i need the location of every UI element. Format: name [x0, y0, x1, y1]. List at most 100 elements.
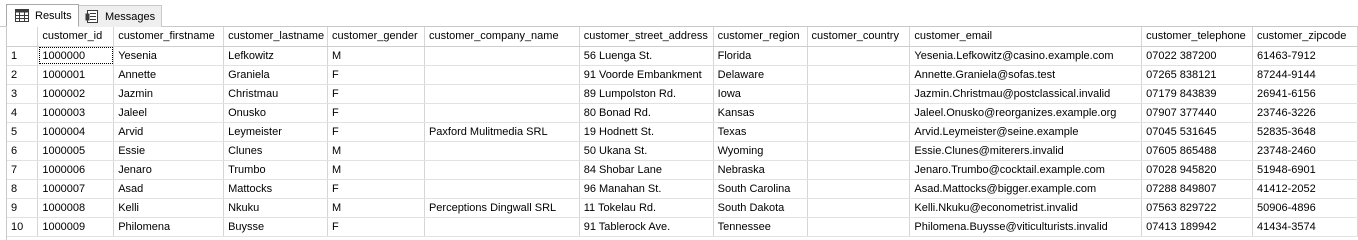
grid-cell[interactable]: M — [327, 46, 425, 66]
table-row[interactable]: 10 1000009 Philomena Buysse F 91 Tablerock Av… — [7, 217, 1358, 237]
grid-cell[interactable]: Yesenia.Lefkowitz@casino.example.com — [909, 46, 1143, 66]
column-header[interactable]: customer_company_name — [424, 27, 580, 47]
grid-cell[interactable] — [807, 141, 911, 161]
grid-cell[interactable]: South Dakota — [713, 198, 808, 218]
grid-cell[interactable]: 1000009 — [37, 217, 115, 237]
column-header[interactable]: customer_email — [909, 27, 1143, 47]
grid-cell[interactable]: 41434-3574 — [1252, 217, 1358, 237]
grid-cell[interactable] — [807, 122, 911, 142]
grid-cell[interactable]: 07022 387200 — [1141, 46, 1254, 66]
grid-cell[interactable] — [807, 84, 911, 104]
column-header[interactable]: customer_telephone — [1141, 27, 1254, 47]
grid-cell[interactable] — [807, 179, 911, 199]
grid-cell[interactable] — [807, 46, 911, 66]
grid-cell[interactable]: F — [327, 179, 425, 199]
grid-cell[interactable]: 1000002 — [37, 84, 115, 104]
table-row[interactable]: 7 1000006 Jenaro Trumbo M 84 Shobar Lane Nebra… — [7, 160, 1358, 180]
grid-cell[interactable]: F — [327, 103, 425, 123]
grid-cell[interactable]: Jaleel.Onusko@reorganizes.example.org — [909, 103, 1143, 123]
row-number[interactable]: 5 — [7, 122, 39, 142]
grid-cell[interactable]: Wyoming — [713, 141, 808, 161]
grid-cell[interactable]: 11 Tokelau Rd. — [579, 198, 714, 218]
grid-cell[interactable]: Mattocks — [223, 179, 329, 199]
grid-cell[interactable] — [807, 103, 911, 123]
grid-cell[interactable]: 1000001 — [37, 65, 115, 85]
grid-cell[interactable]: 84 Shobar Lane — [579, 160, 714, 180]
grid-cell[interactable]: Texas — [713, 122, 808, 142]
grid-cell[interactable]: F — [327, 122, 425, 142]
grid-cell[interactable]: Kelli — [113, 198, 225, 218]
grid-cell[interactable]: 1000003 — [37, 103, 115, 123]
table-row[interactable]: 1 1000000 Yesenia Lefkowitz M 56 Luenga St. Fl… — [7, 46, 1358, 66]
grid-cell[interactable]: Jazmin — [113, 84, 225, 104]
grid-cell[interactable] — [424, 65, 580, 85]
row-number[interactable]: 2 — [7, 65, 39, 85]
grid-cell[interactable]: 19 Hodnett St. — [579, 122, 714, 142]
grid-cell[interactable]: Kansas — [713, 103, 808, 123]
grid-cell[interactable] — [807, 217, 911, 237]
row-header-corner[interactable] — [7, 27, 39, 47]
grid-cell[interactable]: Graniela — [223, 65, 329, 85]
column-header[interactable]: customer_id — [37, 27, 115, 47]
grid-cell[interactable]: 87244-9144 — [1252, 65, 1358, 85]
row-number[interactable]: 6 — [7, 141, 39, 161]
table-row[interactable]: 4 1000003 Jaleel Onusko F 80 Bonad Rd. Kansas J… — [7, 103, 1358, 123]
grid-cell[interactable]: M — [327, 198, 425, 218]
grid-cell[interactable]: South Carolina — [713, 179, 808, 199]
grid-cell[interactable]: 23748-2460 — [1252, 141, 1358, 161]
grid-cell[interactable]: Jenaro — [113, 160, 225, 180]
row-number[interactable]: 1 — [7, 46, 39, 66]
grid-cell[interactable]: Lefkowitz — [223, 46, 329, 66]
grid-cell[interactable]: 89 Lumpolston Rd. — [579, 84, 714, 104]
row-number[interactable]: 3 — [7, 84, 39, 104]
grid-cell[interactable]: 41412-2052 — [1252, 179, 1358, 199]
grid-cell[interactable]: 1000007 — [37, 179, 115, 199]
row-number[interactable]: 7 — [7, 160, 39, 180]
grid-cell[interactable]: Philomena — [113, 217, 225, 237]
grid-cell[interactable]: 1000008 — [37, 198, 115, 218]
table-row[interactable]: 2 1000001 Annette Graniela F 91 Voorde Embank… — [7, 65, 1358, 85]
column-header[interactable]: customer_street_address — [579, 27, 714, 47]
grid-cell[interactable]: 1000005 — [37, 141, 115, 161]
grid-cell[interactable] — [807, 160, 911, 180]
column-header[interactable]: customer_firstname — [113, 27, 225, 47]
grid-cell[interactable]: Jaleel — [113, 103, 225, 123]
row-number[interactable]: 4 — [7, 103, 39, 123]
grid-cell[interactable] — [807, 198, 911, 218]
row-number[interactable]: 9 — [7, 198, 39, 218]
column-header[interactable]: customer_country — [807, 27, 911, 47]
grid-cell[interactable]: 07907 377440 — [1141, 103, 1254, 123]
grid-cell[interactable]: Arvid — [113, 122, 225, 142]
grid-cell[interactable]: Jazmin.Christmau@postclassical.invalid — [909, 84, 1143, 104]
grid-cell[interactable]: Onusko — [223, 103, 329, 123]
grid-cell[interactable]: Christmau — [223, 84, 329, 104]
grid-cell[interactable]: F — [327, 84, 425, 104]
tab-results[interactable]: Results — [6, 4, 79, 27]
column-header[interactable]: customer_lastname — [223, 27, 329, 47]
grid-cell[interactable]: Yesenia — [113, 46, 225, 66]
grid-cell[interactable]: 91 Tablerock Ave. — [579, 217, 714, 237]
grid-cell[interactable]: 1000000 — [37, 46, 115, 66]
grid-cell[interactable]: Delaware — [713, 65, 808, 85]
grid-cell[interactable] — [424, 46, 580, 66]
grid-cell[interactable]: M — [327, 160, 425, 180]
column-header[interactable]: customer_region — [713, 27, 808, 47]
table-row[interactable]: 8 1000007 Asad Mattocks F 96 Manahan St. South… — [7, 179, 1358, 199]
grid-cell[interactable]: M — [327, 141, 425, 161]
grid-cell[interactable]: Philomena.Buysse@viticulturists.invalid — [909, 217, 1143, 237]
grid-cell[interactable]: Asad.Mattocks@bigger.example.com — [909, 179, 1143, 199]
grid-cell[interactable]: Kelli.Nkuku@econometrist.invalid — [909, 198, 1143, 218]
grid-cell[interactable]: 07563 829722 — [1141, 198, 1254, 218]
table-row[interactable]: 6 1000005 Essie Clunes M 50 Ukana St. Wyoming E… — [7, 141, 1358, 161]
grid-cell[interactable]: 91 Voorde Embankment — [579, 65, 714, 85]
grid-cell[interactable]: Annette.Graniela@sofas.test — [909, 65, 1143, 85]
grid-cell[interactable] — [424, 141, 580, 161]
grid-cell[interactable]: Jenaro.Trumbo@cocktail.example.com — [909, 160, 1143, 180]
grid-cell[interactable]: Paxford Mulitmedia SRL — [424, 122, 580, 142]
table-row[interactable]: 9 1000008 Kelli Nkuku M Perceptions Dingwall … — [7, 198, 1358, 218]
grid-cell[interactable]: 56 Luenga St. — [579, 46, 714, 66]
grid-cell[interactable]: Trumbo — [223, 160, 329, 180]
grid-cell[interactable]: 50 Ukana St. — [579, 141, 714, 161]
column-header[interactable]: customer_gender — [327, 27, 425, 47]
grid-cell[interactable]: 51948-6901 — [1252, 160, 1358, 180]
